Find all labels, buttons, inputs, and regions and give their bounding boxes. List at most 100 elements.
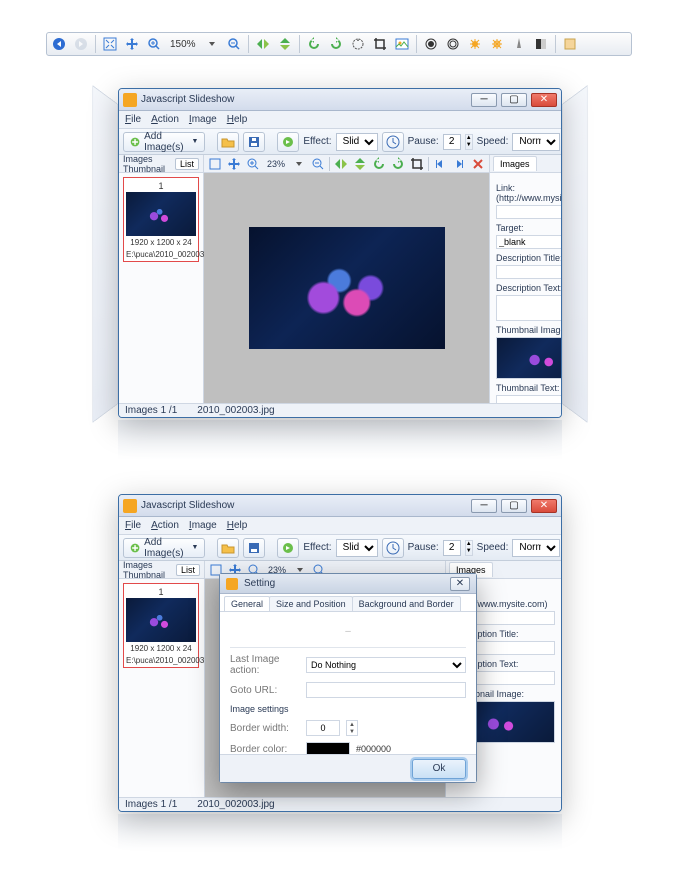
window-title: Javascript Slideshow: [141, 94, 467, 105]
menu-file[interactable]: File: [125, 114, 141, 125]
border-width-spinner[interactable]: ▲▼: [346, 720, 358, 736]
pause-input[interactable]: [443, 134, 461, 150]
menu-image[interactable]: Image: [189, 114, 217, 125]
list-toggle-button[interactable]: List: [176, 564, 200, 576]
separator: [248, 35, 249, 53]
thumbnail-panel-header: Images Thumbnail List: [119, 155, 203, 173]
properties-panel: Images Link: (http://www.mysite.com) Tar…: [489, 155, 562, 403]
tab-background-border[interactable]: Background and Border: [352, 596, 461, 611]
menu-help[interactable]: Help: [227, 114, 248, 125]
maximize-button[interactable]: ▢: [501, 93, 527, 107]
fit-icon[interactable]: [207, 156, 223, 171]
menu-help[interactable]: Help: [227, 520, 248, 531]
reset-icon[interactable]: [560, 34, 580, 54]
last-action-select[interactable]: Do Nothing: [306, 657, 466, 673]
menubar: File Action Image Help: [119, 111, 561, 129]
first-icon[interactable]: [49, 34, 69, 54]
preview-stage: [204, 173, 489, 403]
menu-image[interactable]: Image: [189, 520, 217, 531]
target-input[interactable]: [496, 235, 562, 249]
save-button[interactable]: [243, 538, 265, 558]
thumbnail-dimensions: 1920 x 1200 x 24: [126, 236, 196, 248]
properties-body: Link: (http://www.mysite.com) Target: De…: [490, 173, 562, 403]
description-title-label: Description Title:: [496, 253, 562, 263]
list-toggle-button[interactable]: List: [175, 158, 199, 170]
zoom-out-icon[interactable]: [224, 34, 244, 54]
dialog-close-button[interactable]: ✕: [450, 577, 470, 591]
ok-button[interactable]: Ok: [412, 759, 466, 779]
menu-file[interactable]: File: [125, 520, 141, 531]
next-icon[interactable]: [451, 156, 467, 171]
crop-icon[interactable]: [409, 156, 425, 171]
add-images-button[interactable]: Add Image(s) ▼: [123, 132, 205, 152]
thumbnail-item[interactable]: 1 1920 x 1200 x 24 E:\puca\2010_002003.j…: [123, 583, 199, 668]
prev-icon[interactable]: [432, 156, 448, 171]
contrast-up-icon[interactable]: [487, 34, 507, 54]
flip-v-icon[interactable]: [352, 156, 368, 171]
save-button[interactable]: [243, 132, 265, 152]
minimize-button[interactable]: ─: [471, 499, 497, 513]
thumbnail-text-input[interactable]: [496, 395, 562, 403]
grayscale-icon[interactable]: [531, 34, 551, 54]
speed-select[interactable]: Normal: [512, 133, 560, 151]
separator: [416, 35, 417, 53]
brightness-up-icon[interactable]: [443, 34, 463, 54]
rotate-r-icon[interactable]: [390, 156, 406, 171]
tab-images[interactable]: Images: [493, 156, 537, 171]
effect-icon[interactable]: [277, 132, 299, 152]
close-button[interactable]: ✕: [531, 499, 557, 513]
contrast-down-icon[interactable]: [465, 34, 485, 54]
add-images-button[interactable]: Add Image(s)▼: [123, 538, 205, 558]
rotate-left-icon[interactable]: [304, 34, 324, 54]
maximize-button[interactable]: ▢: [501, 499, 527, 513]
zoom-in-icon[interactable]: [245, 156, 261, 171]
speed-select[interactable]: Normal: [512, 539, 560, 557]
last-icon[interactable]: [71, 34, 91, 54]
move-icon[interactable]: [122, 34, 142, 54]
flip-vertical-icon[interactable]: [275, 34, 295, 54]
zoom-in-icon[interactable]: [144, 34, 164, 54]
brightness-down-icon[interactable]: [421, 34, 441, 54]
zoom-out-icon[interactable]: [310, 156, 326, 171]
zoom-dropdown-icon[interactable]: [291, 156, 307, 171]
sharpen-icon[interactable]: [509, 34, 529, 54]
effect-select[interactable]: Slide: [336, 539, 378, 557]
close-button[interactable]: ✕: [531, 93, 557, 107]
pause-icon[interactable]: [382, 132, 404, 152]
thumbnail-item[interactable]: 1 1920 x 1200 x 24 E:\puca\2010_002003.j…: [123, 177, 199, 262]
rotate-free-icon[interactable]: [348, 34, 368, 54]
hand-icon[interactable]: [226, 156, 242, 171]
tab-general[interactable]: General: [224, 596, 270, 611]
border-width-input[interactable]: [306, 720, 340, 736]
separator: [299, 35, 300, 53]
link-input[interactable]: [496, 205, 562, 219]
thumbnail-index: 1: [126, 180, 196, 192]
flip-horizontal-icon[interactable]: [253, 34, 273, 54]
delete-icon[interactable]: [470, 156, 486, 171]
fit-screen-icon[interactable]: [100, 34, 120, 54]
flip-h-icon[interactable]: [333, 156, 349, 171]
pause-spinner[interactable]: ▲▼: [465, 540, 473, 556]
rotate-l-icon[interactable]: [371, 156, 387, 171]
rotate-right-icon[interactable]: [326, 34, 346, 54]
tab-size-position[interactable]: Size and Position: [269, 596, 353, 611]
pause-spinner[interactable]: ▲▼: [465, 134, 473, 150]
effect-icon[interactable]: [277, 538, 299, 558]
statusbar: Images 1 /1 2010_002003.jpg: [119, 797, 561, 811]
zoom-dropdown-icon[interactable]: [202, 34, 222, 54]
goto-url-input[interactable]: [306, 682, 466, 698]
description-title-input[interactable]: [496, 265, 562, 279]
dialog-title: Setting: [244, 578, 444, 589]
snapshot-icon[interactable]: [392, 34, 412, 54]
open-button[interactable]: [217, 538, 239, 558]
effect-select[interactable]: Slide: [336, 133, 378, 151]
pause-icon[interactable]: [382, 538, 404, 558]
minimize-button[interactable]: ─: [471, 93, 497, 107]
separator: [329, 157, 330, 171]
open-button[interactable]: [217, 132, 239, 152]
menu-action[interactable]: Action: [151, 520, 179, 531]
pause-input[interactable]: [443, 540, 461, 556]
description-text-input[interactable]: [496, 295, 562, 321]
crop-icon[interactable]: [370, 34, 390, 54]
menu-action[interactable]: Action: [151, 114, 179, 125]
